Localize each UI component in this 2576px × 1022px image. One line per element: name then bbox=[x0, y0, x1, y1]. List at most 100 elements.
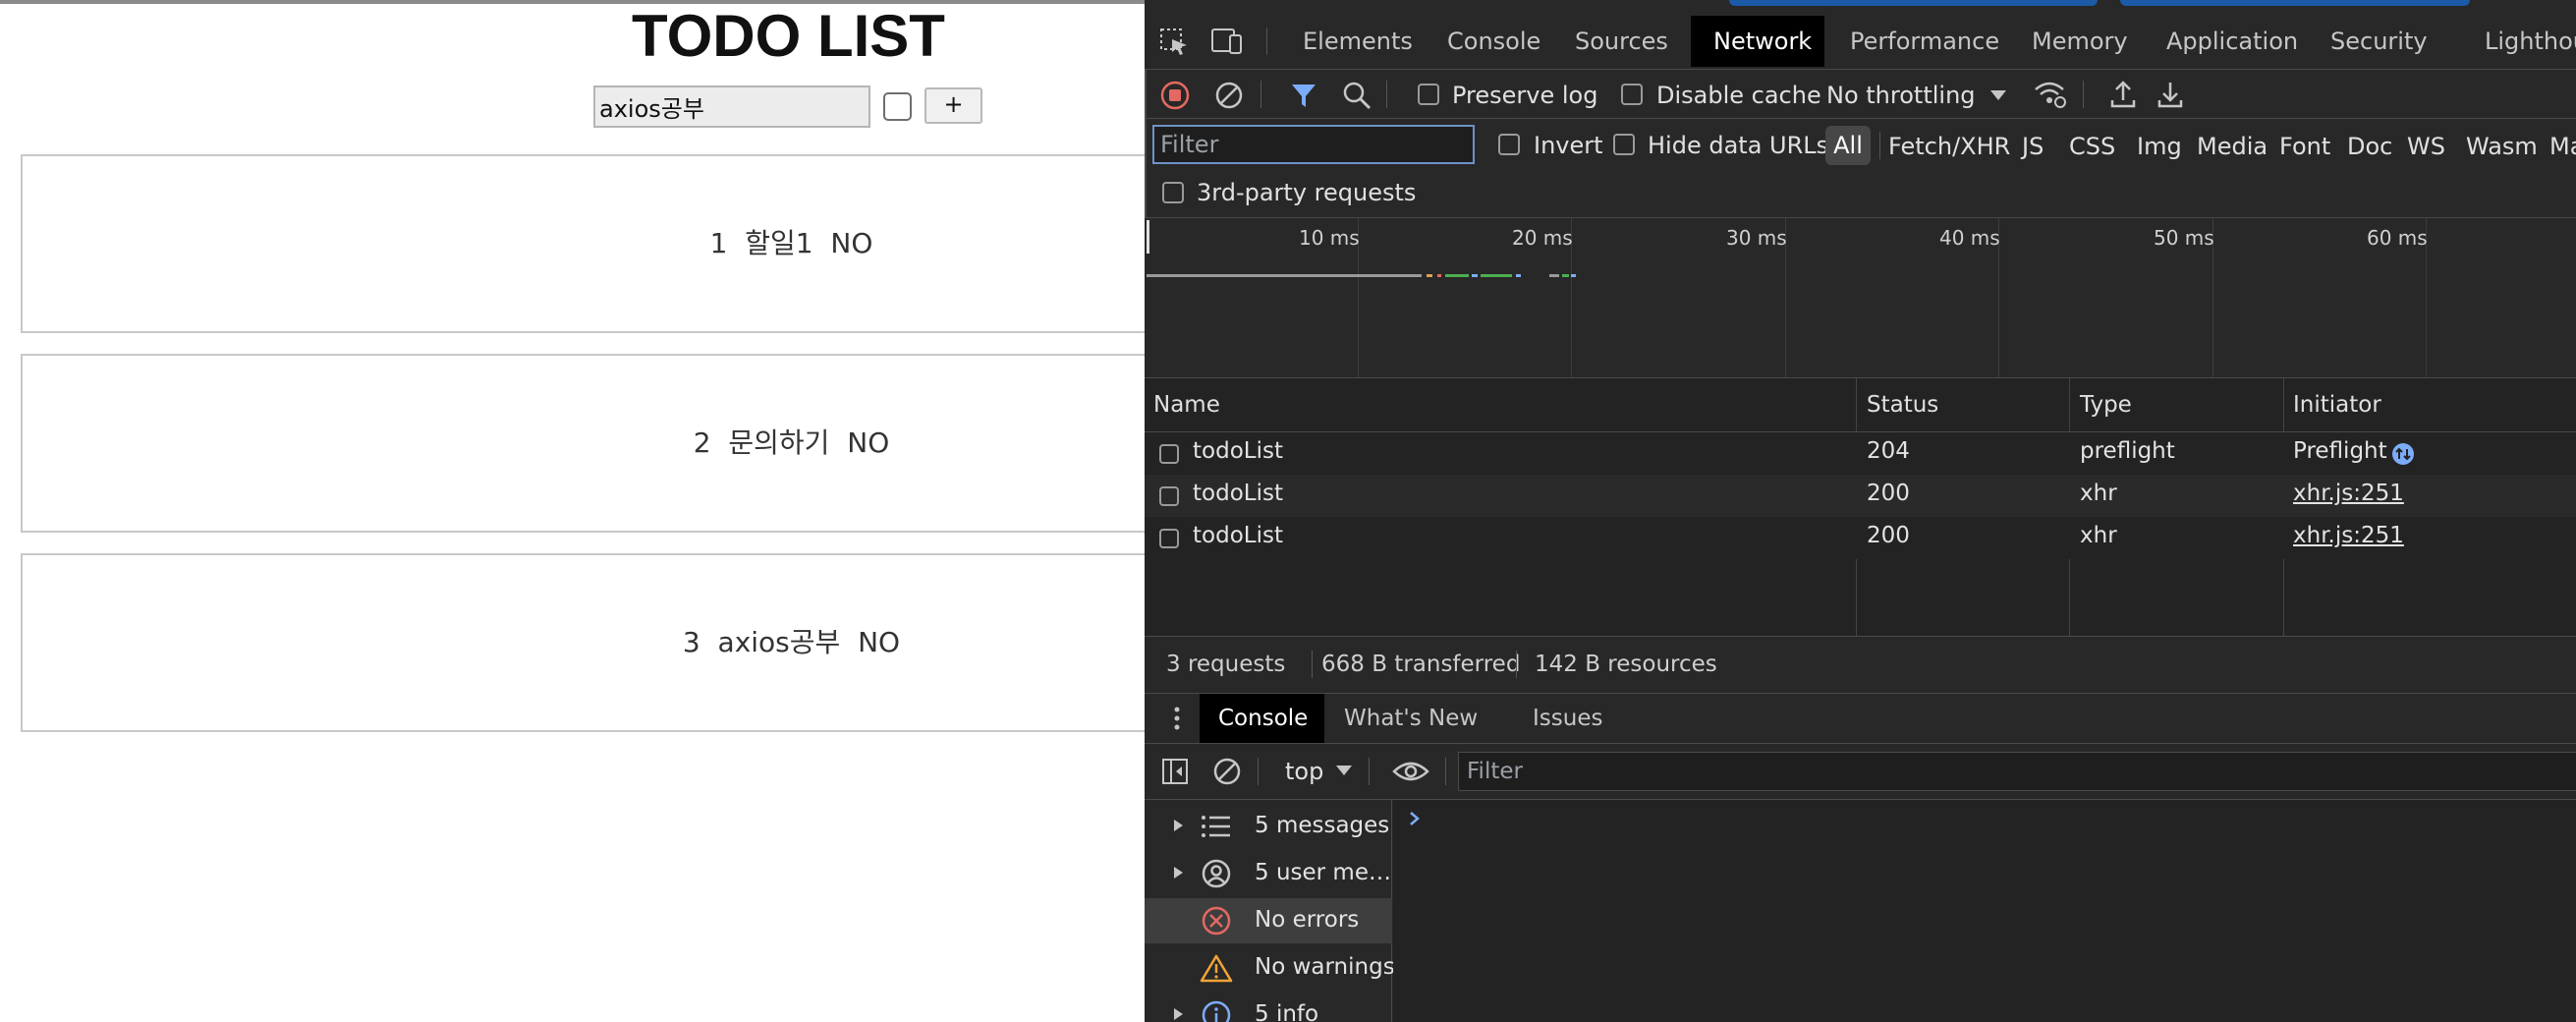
type-filter-ws[interactable]: WS bbox=[2407, 133, 2445, 160]
drawer-tab-whats-new[interactable]: What's New bbox=[1344, 706, 1478, 731]
request-status: 200 bbox=[1867, 523, 1910, 548]
type-filter-wasm[interactable]: Wasm bbox=[2466, 133, 2538, 160]
type-filter-css[interactable]: CSS bbox=[2069, 133, 2115, 160]
type-filter-all[interactable]: All bbox=[1825, 126, 1871, 165]
import-har-icon[interactable] bbox=[2109, 79, 2137, 110]
tab-network[interactable]: Network bbox=[1713, 28, 1812, 55]
expand-arrow-icon[interactable] bbox=[1172, 866, 1184, 880]
todo-done-checkbox[interactable] bbox=[883, 92, 912, 121]
request-bar bbox=[1562, 274, 1569, 277]
column-header-name[interactable]: Name bbox=[1153, 392, 1220, 418]
todo-item[interactable]: 3 axios공부 NO bbox=[21, 553, 1160, 732]
disable-cache-checkbox[interactable] bbox=[1621, 84, 1643, 105]
type-filter-js[interactable]: JS bbox=[2022, 133, 2044, 160]
timeline-tick: 30 ms bbox=[1726, 226, 1787, 250]
add-todo-button[interactable]: + bbox=[924, 87, 982, 124]
request-initiator-link[interactable]: xhr.js:251 bbox=[2293, 481, 2404, 506]
type-filter-doc[interactable]: Doc bbox=[2347, 133, 2392, 160]
sidebar-item-label: 5 info bbox=[1255, 1001, 1319, 1022]
request-bar bbox=[1516, 274, 1521, 277]
tab-performance[interactable]: Performance bbox=[1850, 28, 1999, 55]
timeline-tick: 10 ms bbox=[1299, 226, 1360, 250]
column-header-type[interactable]: Type bbox=[2080, 392, 2132, 418]
console-filter-input[interactable]: Filter bbox=[1458, 752, 2576, 791]
filter-icon[interactable] bbox=[1290, 81, 1317, 110]
sidebar-item-errors[interactable]: No errors bbox=[1145, 898, 1392, 943]
expand-arrow-icon[interactable] bbox=[1172, 1007, 1184, 1021]
tab-sources[interactable]: Sources bbox=[1575, 28, 1668, 55]
request-type: preflight bbox=[2080, 438, 2175, 464]
device-toolbar-icon[interactable] bbox=[1210, 26, 1244, 57]
column-header-initiator[interactable]: Initiator bbox=[2293, 392, 2381, 418]
transferred-size: 668 B transferred bbox=[1321, 652, 1521, 677]
column-header-status[interactable]: Status bbox=[1867, 392, 1938, 418]
toolbar-divider bbox=[2083, 81, 2084, 108]
toolbar-divider bbox=[1266, 28, 1267, 55]
sidebar-item-messages[interactable]: 5 messages bbox=[1145, 804, 1392, 849]
record-stop-icon[interactable] bbox=[1160, 81, 1190, 110]
tab-elements[interactable]: Elements bbox=[1303, 28, 1413, 55]
sidebar-item-label: 5 messages bbox=[1255, 813, 1390, 838]
drawer-tab-bar: Console What's New Issues bbox=[1145, 694, 2576, 743]
tab-lighthouse[interactable]: Lighthou bbox=[2485, 28, 2576, 55]
export-har-icon[interactable] bbox=[2156, 79, 2184, 110]
tab-application[interactable]: Application bbox=[2166, 28, 2298, 55]
type-filter-media[interactable]: Media bbox=[2197, 133, 2268, 160]
request-name: todoList bbox=[1193, 523, 1283, 548]
table-row[interactable]: todoList 204 preflight Preflight bbox=[1145, 432, 2576, 475]
warning-icon bbox=[1200, 954, 1233, 983]
todo-input[interactable] bbox=[593, 85, 870, 128]
user-icon bbox=[1202, 859, 1231, 888]
preserve-log-checkbox[interactable] bbox=[1418, 84, 1439, 105]
type-filter-img[interactable]: Img bbox=[2137, 133, 2182, 160]
more-options-icon[interactable] bbox=[1173, 706, 1181, 731]
context-selector[interactable]: top bbox=[1285, 758, 1323, 785]
table-row[interactable]: todoList 200 xhr xhr.js:251 bbox=[1145, 517, 2576, 559]
row-checkbox[interactable] bbox=[1159, 529, 1179, 548]
todo-item[interactable]: 1 할일1 NO bbox=[21, 154, 1160, 333]
row-checkbox[interactable] bbox=[1159, 444, 1179, 464]
drawer-tab-console[interactable]: Console bbox=[1218, 706, 1308, 731]
network-overview[interactable]: 10 ms 20 ms 30 ms 40 ms 50 ms 60 ms bbox=[1145, 218, 2576, 377]
sidebar-item-warnings[interactable]: No warnings bbox=[1145, 945, 1395, 991]
sidebar-item-user-messages[interactable]: 5 user me… bbox=[1145, 851, 1392, 896]
invert-checkbox[interactable] bbox=[1498, 134, 1520, 155]
live-expression-eye-icon[interactable] bbox=[1392, 760, 1429, 783]
expand-arrow-icon[interactable] bbox=[1172, 819, 1184, 832]
clear-icon[interactable] bbox=[1214, 81, 1244, 110]
preflight-icon[interactable] bbox=[2390, 441, 2416, 467]
clear-console-icon[interactable] bbox=[1212, 757, 1242, 786]
console-output[interactable] bbox=[1393, 800, 2576, 1022]
request-initiator-link[interactable]: xhr.js:251 bbox=[2293, 523, 2404, 548]
todo-id: 2 bbox=[693, 426, 711, 459]
drawer-tab-issues[interactable]: Issues bbox=[1533, 706, 1602, 731]
resources-size: 142 B resources bbox=[1535, 652, 1717, 677]
row-checkbox[interactable] bbox=[1159, 486, 1179, 506]
toolbar-divider bbox=[1879, 132, 1880, 159]
network-conditions-icon[interactable] bbox=[2033, 79, 2068, 110]
tab-memory[interactable]: Memory bbox=[2032, 28, 2128, 55]
todo-status: NO bbox=[830, 227, 873, 259]
type-filter-font[interactable]: Font bbox=[2279, 133, 2330, 160]
chevron-down-icon bbox=[1336, 766, 1352, 775]
type-filter-manifest[interactable]: Ma bbox=[2549, 133, 2576, 160]
network-filter-input[interactable]: Filter bbox=[1152, 125, 1475, 164]
sidebar-item-info[interactable]: 5 info bbox=[1145, 993, 1392, 1022]
sidebar-item-label: No errors bbox=[1255, 907, 1360, 933]
todo-item[interactable]: 2 문의하기 NO bbox=[21, 354, 1160, 533]
search-icon[interactable] bbox=[1342, 81, 1372, 110]
tab-console[interactable]: Console bbox=[1447, 28, 1540, 55]
type-filter-fetch-xhr[interactable]: Fetch/XHR bbox=[1888, 133, 2010, 160]
inspect-element-icon[interactable] bbox=[1159, 28, 1191, 55]
request-initiator: Preflight bbox=[2293, 438, 2387, 464]
tab-security[interactable]: Security bbox=[2330, 28, 2428, 55]
toolbar-divider bbox=[1260, 81, 1261, 108]
sidebar-toggle-icon[interactable] bbox=[1161, 758, 1189, 785]
toolbar-divider bbox=[1386, 81, 1387, 108]
throttling-select[interactable]: No throttling bbox=[1826, 82, 1976, 109]
hide-data-urls-checkbox[interactable] bbox=[1613, 134, 1635, 155]
table-row[interactable]: todoList 200 xhr xhr.js:251 bbox=[1145, 475, 2576, 517]
request-bar bbox=[1427, 274, 1432, 277]
request-status: 204 bbox=[1867, 438, 1910, 464]
third-party-checkbox[interactable] bbox=[1162, 182, 1184, 203]
